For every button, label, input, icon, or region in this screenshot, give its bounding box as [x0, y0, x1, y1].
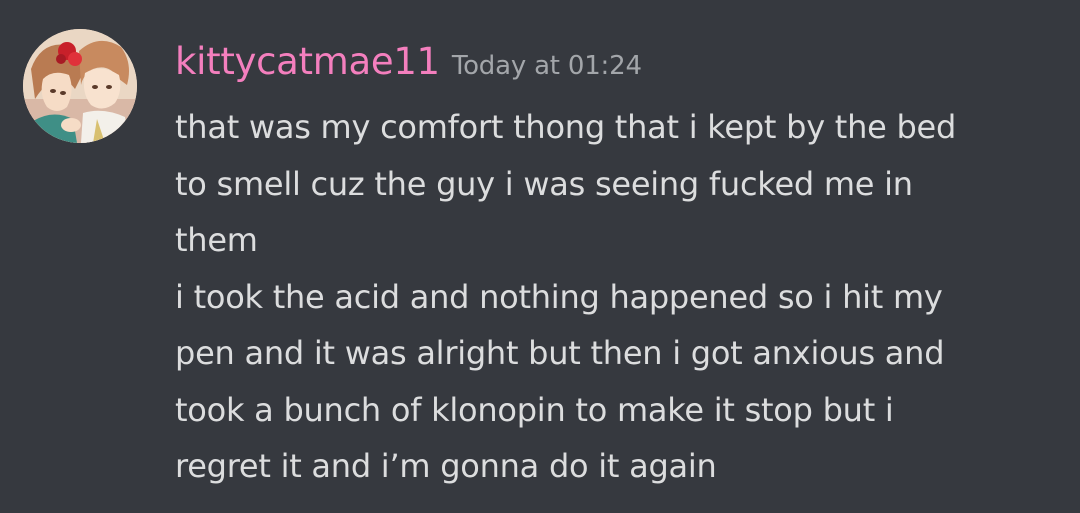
timestamp[interactable]: Today at 01:24	[452, 51, 642, 81]
anime-avatar-icon	[23, 29, 137, 143]
chat-message: kittycatmae11 Today at 01:24 that was my …	[0, 0, 1080, 513]
message-line: regret it and i’m gonna do it again	[175, 447, 717, 485]
message-line: pen and it was alright but then i got an…	[175, 334, 945, 372]
message-line: took a bunch of klonopin to make it stop…	[175, 390, 894, 429]
message-line: them	[175, 221, 258, 259]
message-line: that was my comfort thong that i kept by…	[175, 108, 957, 146]
avatar[interactable]	[23, 29, 137, 143]
message-header: kittycatmae11 Today at 01:24	[175, 40, 642, 83]
message-line: i took the acid and nothing happened so …	[175, 277, 943, 316]
message-content: that was my comfort thong that i kept by…	[175, 99, 1055, 495]
message-line: to smell cuz the guy i was seeing fucked…	[175, 164, 913, 203]
username[interactable]: kittycatmae11	[175, 40, 440, 83]
